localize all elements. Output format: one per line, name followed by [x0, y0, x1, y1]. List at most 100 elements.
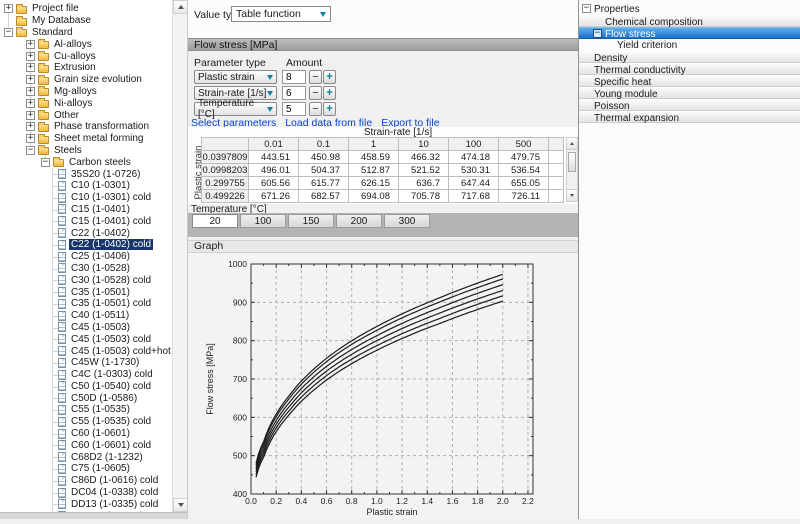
- table-cell[interactable]: 443.51: [249, 151, 299, 164]
- tree-item[interactable]: +Other: [0, 109, 172, 121]
- property-item-properties[interactable]: −Properties: [579, 3, 800, 15]
- expander-icon[interactable]: +: [26, 40, 35, 49]
- decrease-button[interactable]: −: [309, 70, 322, 84]
- table-cell[interactable]: 626.15: [349, 177, 399, 190]
- table-cell[interactable]: 605.56: [249, 177, 299, 190]
- tree-item[interactable]: C10 (1-0301) cold: [0, 192, 172, 204]
- scrollbar-down-button[interactable]: [173, 498, 188, 512]
- tree-item[interactable]: C55 (1-0535): [0, 404, 172, 416]
- table-cell[interactable]: 536.54: [499, 164, 549, 177]
- table-cell[interactable]: 530.31: [449, 164, 499, 177]
- tree-item[interactable]: +Cu-alloys: [0, 50, 172, 62]
- tree-item[interactable]: C60 (1-0601) cold: [0, 439, 172, 451]
- amount-input-temperature[interactable]: [282, 102, 306, 116]
- property-item-thermal-conductivity[interactable]: Thermal conductivity: [579, 63, 800, 75]
- table-cell[interactable]: 458.59: [349, 151, 399, 164]
- tree-item[interactable]: C22 (1-0402) cold: [0, 239, 172, 251]
- temperature-tab[interactable]: 150: [288, 214, 334, 228]
- table-cell[interactable]: 655.05: [499, 177, 549, 190]
- table-cell[interactable]: 479.75: [499, 151, 549, 164]
- tree-item[interactable]: DD13 (1-0335) cold: [0, 498, 172, 510]
- tree-item[interactable]: +Mg-alloys: [0, 86, 172, 98]
- tree-item[interactable]: +Al-alloys: [0, 38, 172, 50]
- temperature-tab[interactable]: 300: [384, 214, 430, 228]
- table-cell[interactable]: 504.37: [299, 164, 349, 177]
- expander-icon[interactable]: +: [26, 63, 35, 72]
- tree-item[interactable]: C45 (1-0503) cold: [0, 333, 172, 345]
- tree-item[interactable]: DC04 (1-0338) cold: [0, 487, 172, 499]
- expander-icon[interactable]: +: [26, 111, 35, 120]
- table-cell[interactable]: 671.26: [249, 190, 299, 203]
- parameter-select-plastic-strain[interactable]: Plastic strain: [194, 70, 277, 84]
- table-cell[interactable]: 521.52: [399, 164, 449, 177]
- tree-item[interactable]: +Project file: [0, 3, 172, 15]
- tree-item[interactable]: C15 (1-0401): [0, 204, 172, 216]
- tree-item[interactable]: C30 (1-0528): [0, 263, 172, 275]
- increase-button[interactable]: +: [323, 102, 336, 116]
- tree-item[interactable]: +Ni-alloys: [0, 97, 172, 109]
- table-cell[interactable]: 466.32: [399, 151, 449, 164]
- expander-icon[interactable]: −: [593, 29, 602, 38]
- expander-icon[interactable]: +: [26, 122, 35, 131]
- table-cell[interactable]: 474.18: [449, 151, 499, 164]
- tree-item[interactable]: +Extrusion: [0, 62, 172, 74]
- tree-vertical-scrollbar[interactable]: [172, 0, 187, 512]
- tree-item[interactable]: −Steels: [0, 145, 172, 157]
- tree-item[interactable]: C30 (1-0528) cold: [0, 274, 172, 286]
- scrollbar-up-button[interactable]: [567, 138, 577, 150]
- tree-item[interactable]: C40 (1-0511): [0, 310, 172, 322]
- tree-item[interactable]: +Grain size evolution: [0, 74, 172, 86]
- table-cell[interactable]: 512.87: [349, 164, 399, 177]
- temperature-tab[interactable]: 100: [240, 214, 286, 228]
- tree-item[interactable]: C55 (1-0535) cold: [0, 416, 172, 428]
- property-item-density[interactable]: Density: [579, 51, 800, 63]
- tree-item[interactable]: C22 (1-0402): [0, 227, 172, 239]
- table-cell[interactable]: 496.01: [249, 164, 299, 177]
- parameter-select-temperature[interactable]: Temperature [°C]: [194, 102, 277, 116]
- scrollbar-up-button[interactable]: [173, 0, 188, 14]
- tree-item[interactable]: C4C (1-0303) cold: [0, 369, 172, 381]
- property-item-poisson[interactable]: Poisson: [579, 99, 800, 111]
- tree-item[interactable]: −Carbon steels: [0, 156, 172, 168]
- increase-button[interactable]: +: [323, 86, 336, 100]
- tree-item[interactable]: C50 (1-0540) cold: [0, 381, 172, 393]
- expander-icon[interactable]: +: [26, 134, 35, 143]
- tree-item[interactable]: C25 (1-0406): [0, 251, 172, 263]
- tree-item[interactable]: C68D2 (1-1232): [0, 451, 172, 463]
- table-cell[interactable]: 450.98: [299, 151, 349, 164]
- tree-item[interactable]: C35 (1-0501): [0, 286, 172, 298]
- expander-icon[interactable]: −: [582, 4, 591, 13]
- table-cell[interactable]: 717.68: [449, 190, 499, 203]
- table-cell[interactable]: 636.7: [399, 177, 449, 190]
- tree-item[interactable]: 35S20 (1-0726): [0, 168, 172, 180]
- amount-input-strain-rate[interactable]: [282, 86, 306, 100]
- property-item-thermal-expansion[interactable]: Thermal expansion: [579, 111, 800, 123]
- tree-item[interactable]: +Sheet metal forming: [0, 133, 172, 145]
- expander-icon[interactable]: −: [41, 158, 50, 167]
- property-item-young-module[interactable]: Young module: [579, 87, 800, 99]
- increase-button[interactable]: +: [323, 70, 336, 84]
- expander-icon[interactable]: +: [4, 4, 13, 13]
- tree-item[interactable]: C10 (1-0301): [0, 180, 172, 192]
- tree-item[interactable]: C35 (1-0501) cold: [0, 298, 172, 310]
- expander-icon[interactable]: +: [26, 75, 35, 84]
- tree-item[interactable]: C45W (1-1730): [0, 357, 172, 369]
- table-cell[interactable]: 647.44: [449, 177, 499, 190]
- table-cell[interactable]: 682.57: [299, 190, 349, 203]
- tree-item[interactable]: C45 (1-0503) cold+hot: [0, 345, 172, 357]
- decrease-button[interactable]: −: [309, 102, 322, 116]
- amount-input-plastic-strain[interactable]: [282, 70, 306, 84]
- tree-item[interactable]: My Database: [0, 15, 172, 27]
- tree-item[interactable]: −Standard: [0, 27, 172, 39]
- property-item-specific-heat[interactable]: Specific heat: [579, 75, 800, 87]
- table-cell[interactable]: 726.11: [499, 190, 549, 203]
- tree-item[interactable]: C15 (1-0401) cold: [0, 215, 172, 227]
- tree-item[interactable]: C60 (1-0601): [0, 428, 172, 440]
- expander-icon[interactable]: −: [26, 146, 35, 155]
- tree-item[interactable]: C50D (1-0586): [0, 392, 172, 404]
- decrease-button[interactable]: −: [309, 86, 322, 100]
- expander-icon[interactable]: +: [26, 87, 35, 96]
- scrollbar-down-button[interactable]: [567, 189, 577, 201]
- tree-item[interactable]: +Phase transformation: [0, 121, 172, 133]
- temperature-tab[interactable]: 20: [192, 214, 238, 228]
